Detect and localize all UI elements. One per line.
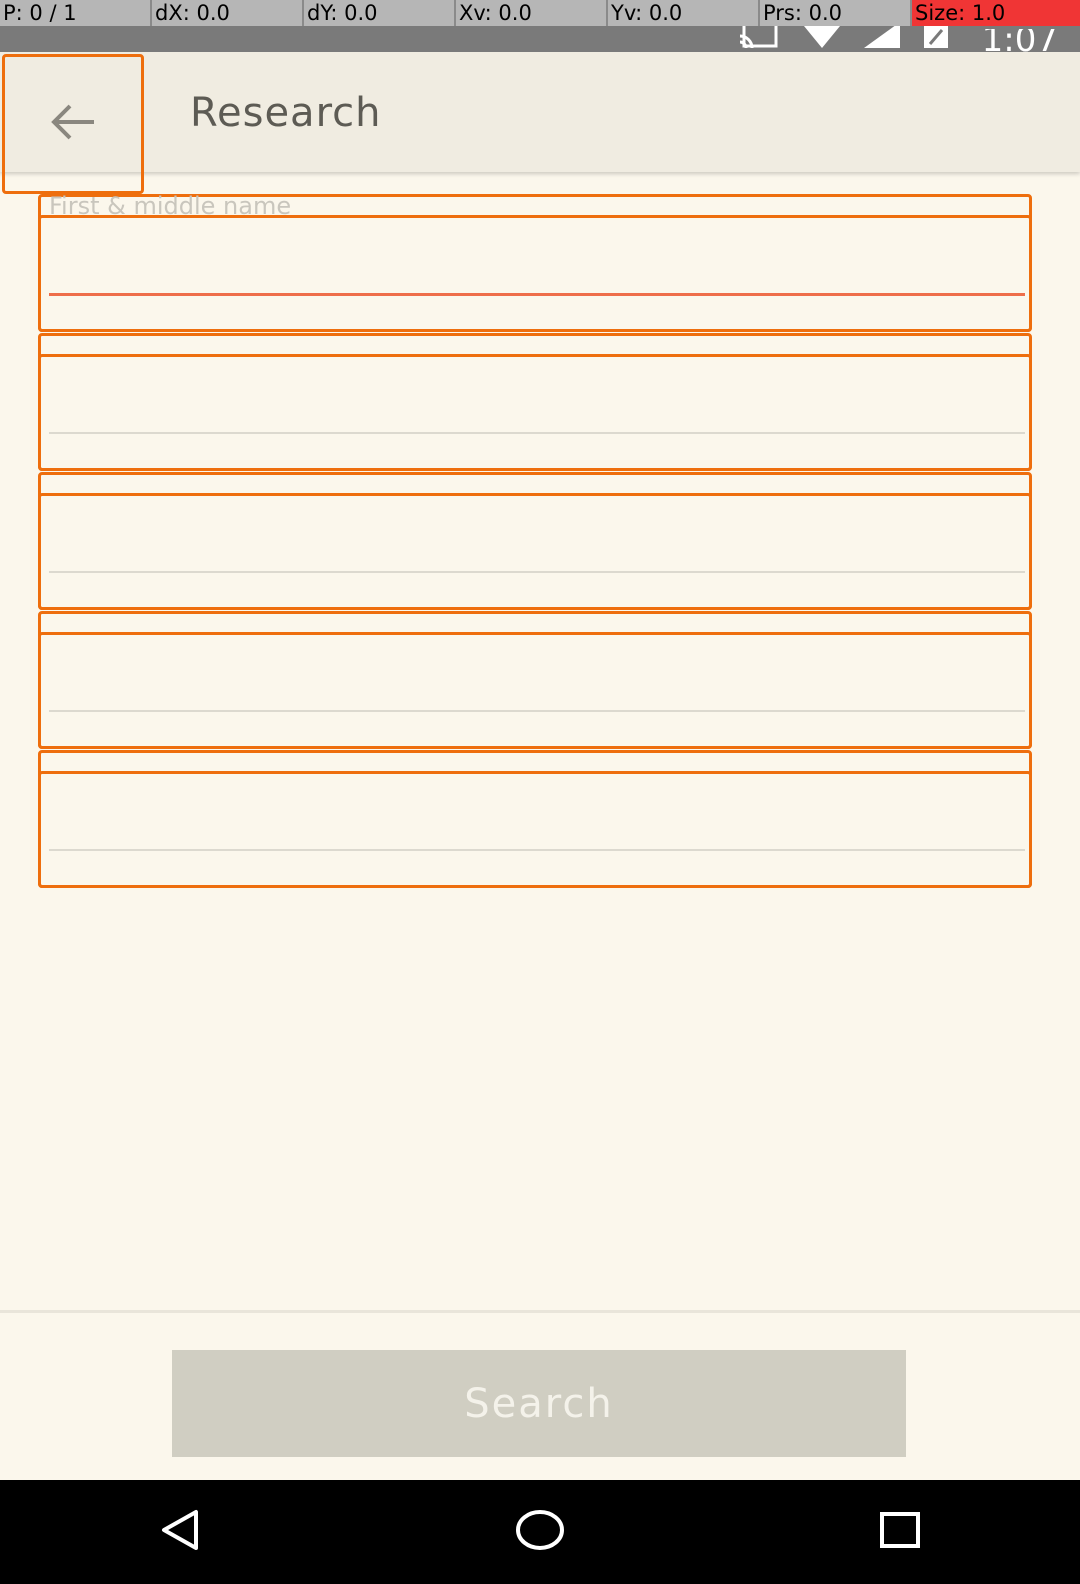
status-bar: 1:07 xyxy=(0,22,1080,52)
text-input-4[interactable] xyxy=(49,653,1029,729)
text-input-2[interactable] xyxy=(49,375,1029,451)
text-input-5[interactable] xyxy=(49,792,1029,868)
text-input-5-underline xyxy=(49,849,1025,851)
debug-dx: dX: 0.0 xyxy=(152,0,304,26)
status-time: 1:07 xyxy=(981,29,1058,52)
navigation-bar xyxy=(0,1480,1080,1584)
debug-xv: Xv: 0.0 xyxy=(456,0,608,26)
debug-dy: dY: 0.0 xyxy=(304,0,456,26)
text-input-2-underline xyxy=(49,432,1025,434)
text-field-3-inner xyxy=(38,493,1032,610)
arrow-left-icon xyxy=(50,102,96,146)
text-field-2 xyxy=(38,333,1032,471)
name-field: First & middle name xyxy=(38,194,1032,332)
page-title: Research xyxy=(190,90,382,136)
wifi-icon xyxy=(802,22,842,52)
app-bar: Research xyxy=(0,52,1080,194)
text-field-5-inner xyxy=(38,771,1032,888)
back-triangle-icon xyxy=(156,1506,204,1558)
text-field-5 xyxy=(38,750,1032,888)
debug-size: Size: 1.0 xyxy=(912,0,1080,26)
text-field-3 xyxy=(38,472,1032,610)
debug-pointer: P: 0 / 1 xyxy=(0,0,152,26)
debug-yv: Yv: 0.0 xyxy=(608,0,760,26)
search-button[interactable]: Search xyxy=(172,1350,906,1457)
nav-home-button[interactable] xyxy=(490,1482,590,1582)
debug-pressure: Prs: 0.0 xyxy=(760,0,912,26)
text-field-4-inner xyxy=(38,632,1032,749)
signal-icon xyxy=(864,22,900,52)
pointer-debug-overlay: P: 0 / 1 dX: 0.0 dY: 0.0 Xv: 0.0 Yv: 0.0… xyxy=(0,0,1080,26)
text-field-4 xyxy=(38,611,1032,749)
status-icons xyxy=(738,22,950,52)
recents-square-icon xyxy=(876,1506,924,1558)
back-button[interactable] xyxy=(2,54,144,194)
nav-recents-button[interactable] xyxy=(850,1482,950,1582)
text-input-3-underline xyxy=(49,571,1025,573)
battery-icon xyxy=(922,22,950,52)
nav-back-button[interactable] xyxy=(130,1482,230,1582)
name-input[interactable] xyxy=(49,236,1029,312)
name-field-label: First & middle name xyxy=(49,194,292,216)
text-input-4-underline xyxy=(49,710,1025,712)
text-input-3[interactable] xyxy=(49,514,1029,590)
name-input-underline xyxy=(49,293,1025,296)
name-field-inner xyxy=(38,215,1032,332)
bottom-divider xyxy=(0,1310,1080,1313)
home-circle-icon xyxy=(513,1503,567,1561)
text-field-2-inner xyxy=(38,354,1032,471)
cast-icon xyxy=(738,22,780,52)
